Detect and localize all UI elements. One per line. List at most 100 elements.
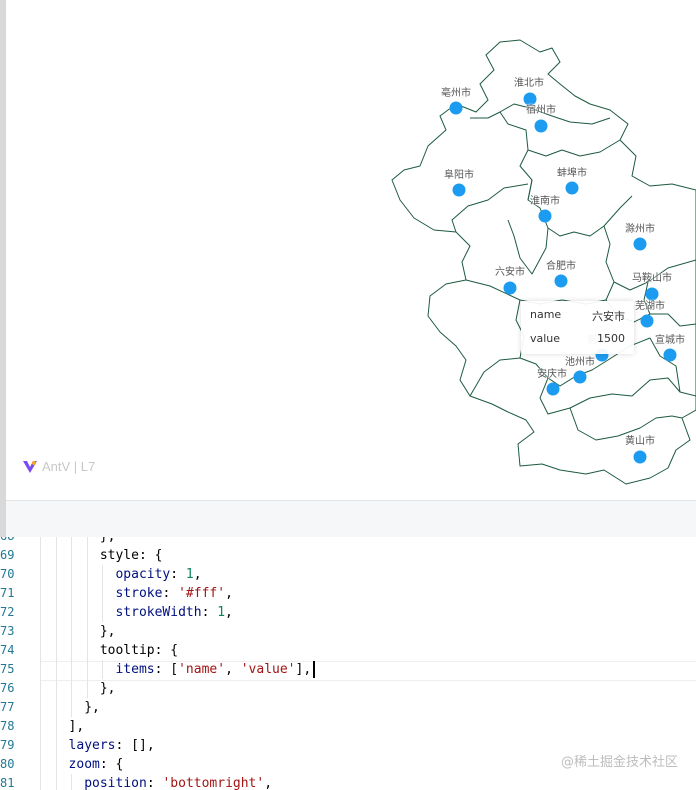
city-point-marker[interactable] bbox=[565, 181, 579, 195]
indent-guide bbox=[40, 774, 41, 790]
code-token: }, bbox=[99, 681, 116, 696]
indent-guide bbox=[55, 717, 57, 736]
city-label: 宿州市 bbox=[526, 105, 556, 116]
indent-guide bbox=[55, 736, 57, 755]
code-token: 'name' bbox=[178, 662, 226, 677]
city-label: 池州市 bbox=[565, 357, 595, 368]
province-map[interactable] bbox=[0, 0, 696, 500]
city-point-marker[interactable] bbox=[640, 314, 654, 328]
indent-guide bbox=[71, 565, 73, 584]
code-text: style: { bbox=[100, 546, 163, 565]
code-token: : { bbox=[99, 757, 124, 772]
city-point-marker[interactable] bbox=[663, 348, 677, 362]
city-label: 六安市 bbox=[495, 267, 525, 278]
city-point-marker[interactable] bbox=[633, 450, 647, 464]
city-label: 合肥市 bbox=[546, 261, 576, 272]
indent-guide bbox=[40, 622, 41, 641]
line-number: 74 bbox=[0, 643, 15, 657]
code-line[interactable]: 68}, bbox=[0, 537, 696, 546]
indent-guide bbox=[86, 546, 88, 565]
indent-guide bbox=[55, 641, 57, 660]
city-point-marker[interactable] bbox=[449, 101, 463, 115]
code-token: position bbox=[84, 776, 147, 790]
indent-guide bbox=[86, 660, 88, 679]
city-point-marker[interactable] bbox=[573, 370, 587, 384]
code-line[interactable]: 69 style: { bbox=[0, 546, 696, 565]
indent-guide bbox=[55, 622, 57, 641]
indent-guide bbox=[71, 546, 73, 565]
city-label: 黄山市 bbox=[625, 436, 655, 447]
indent-guide bbox=[40, 736, 41, 755]
code-line[interactable]: 73}, bbox=[0, 622, 696, 641]
city-label: 芜湖市 bbox=[635, 301, 665, 312]
code-token: : [ bbox=[154, 662, 179, 677]
line-number: 79 bbox=[0, 738, 15, 752]
indent-guide bbox=[86, 622, 88, 641]
code-line[interactable]: 81 position: 'bottomright', bbox=[0, 774, 696, 790]
code-line[interactable]: 76}, bbox=[0, 679, 696, 698]
line-number: 69 bbox=[0, 548, 15, 562]
code-token: }, bbox=[99, 624, 116, 639]
line-number: 77 bbox=[0, 700, 15, 714]
antv-logo-icon bbox=[23, 460, 37, 473]
indent-guide bbox=[55, 698, 57, 717]
indent-guide bbox=[71, 698, 73, 717]
city-label: 阜阳市 bbox=[444, 170, 474, 181]
code-line[interactable]: 75 items: ['name', 'value'], bbox=[0, 660, 696, 679]
code-token: }, bbox=[84, 700, 100, 715]
code-text: }, bbox=[84, 698, 100, 717]
code-line[interactable]: 72 strokeWidth: 1, bbox=[0, 603, 696, 622]
map-tooltip: name 六安市 value 1500 bbox=[521, 301, 634, 354]
indent-guide bbox=[71, 679, 73, 698]
indent-guide bbox=[71, 603, 73, 622]
border bbox=[527, 179, 633, 237]
city-point-marker[interactable] bbox=[538, 209, 552, 223]
indent-guide bbox=[40, 546, 41, 565]
panel-divider[interactable] bbox=[6, 500, 696, 538]
city-label: 安庆市 bbox=[537, 369, 567, 380]
line-number: 75 bbox=[0, 662, 15, 676]
code-token: 1 bbox=[185, 567, 194, 582]
city-point-marker[interactable] bbox=[452, 183, 466, 197]
code-token: : bbox=[146, 776, 163, 790]
city-point-marker[interactable] bbox=[554, 274, 568, 288]
code-text: strokeWidth: 1, bbox=[115, 603, 232, 622]
city-point-marker[interactable] bbox=[534, 119, 548, 133]
code-token: , bbox=[225, 662, 241, 677]
code-token: , bbox=[193, 567, 202, 582]
line-number: 78 bbox=[0, 719, 15, 733]
indent-guide bbox=[102, 584, 104, 603]
city-point-marker[interactable] bbox=[546, 382, 560, 396]
code-text: }, bbox=[100, 537, 116, 546]
code-token: zoom bbox=[68, 757, 100, 772]
code-token: : [], bbox=[115, 738, 155, 753]
code-text: items: ['name', 'value'], bbox=[115, 660, 311, 679]
indent-guide bbox=[86, 584, 88, 603]
code-line[interactable]: 74 tooltip: { bbox=[0, 641, 696, 660]
code-line[interactable]: 70 opacity: 1, bbox=[0, 565, 696, 584]
indent-guide bbox=[86, 679, 88, 698]
code-token: items bbox=[115, 662, 155, 677]
code-token: : bbox=[162, 586, 179, 601]
code-line[interactable]: 71 stroke: '#fff', bbox=[0, 584, 696, 603]
city-label: 宣城市 bbox=[655, 335, 685, 346]
indent-guide bbox=[40, 698, 41, 717]
indent-guide bbox=[102, 660, 104, 679]
city-label: 蚌埠市 bbox=[557, 168, 587, 179]
tooltip-value: 1500 bbox=[597, 332, 625, 345]
antv-l7-logo[interactable]: AntV | L7 bbox=[22, 459, 95, 474]
code-token: ], bbox=[295, 662, 312, 677]
code-line[interactable]: 78], bbox=[0, 717, 696, 736]
indent-guide bbox=[71, 584, 73, 603]
city-label: 滁州市 bbox=[625, 224, 655, 235]
code-token: }, bbox=[100, 537, 116, 544]
indent-guide bbox=[40, 679, 41, 698]
city-point-marker[interactable] bbox=[503, 281, 517, 295]
map-canvas[interactable]: 亳州市淮北市宿州市阜阳市蚌埠市淮南市滁州市六安市合肥市马鞍山市芜湖市宣城市铜陵市… bbox=[0, 0, 696, 500]
code-line[interactable]: 77}, bbox=[0, 698, 696, 717]
city-point-marker[interactable] bbox=[633, 237, 647, 251]
city-label: 马鞍山市 bbox=[632, 273, 672, 284]
code-editor[interactable]: 68}, 69 style: {70 opacity: 1, 71 stroke: '#f… bbox=[0, 537, 696, 790]
indent-guide bbox=[55, 546, 57, 565]
indent-guide bbox=[102, 565, 104, 584]
